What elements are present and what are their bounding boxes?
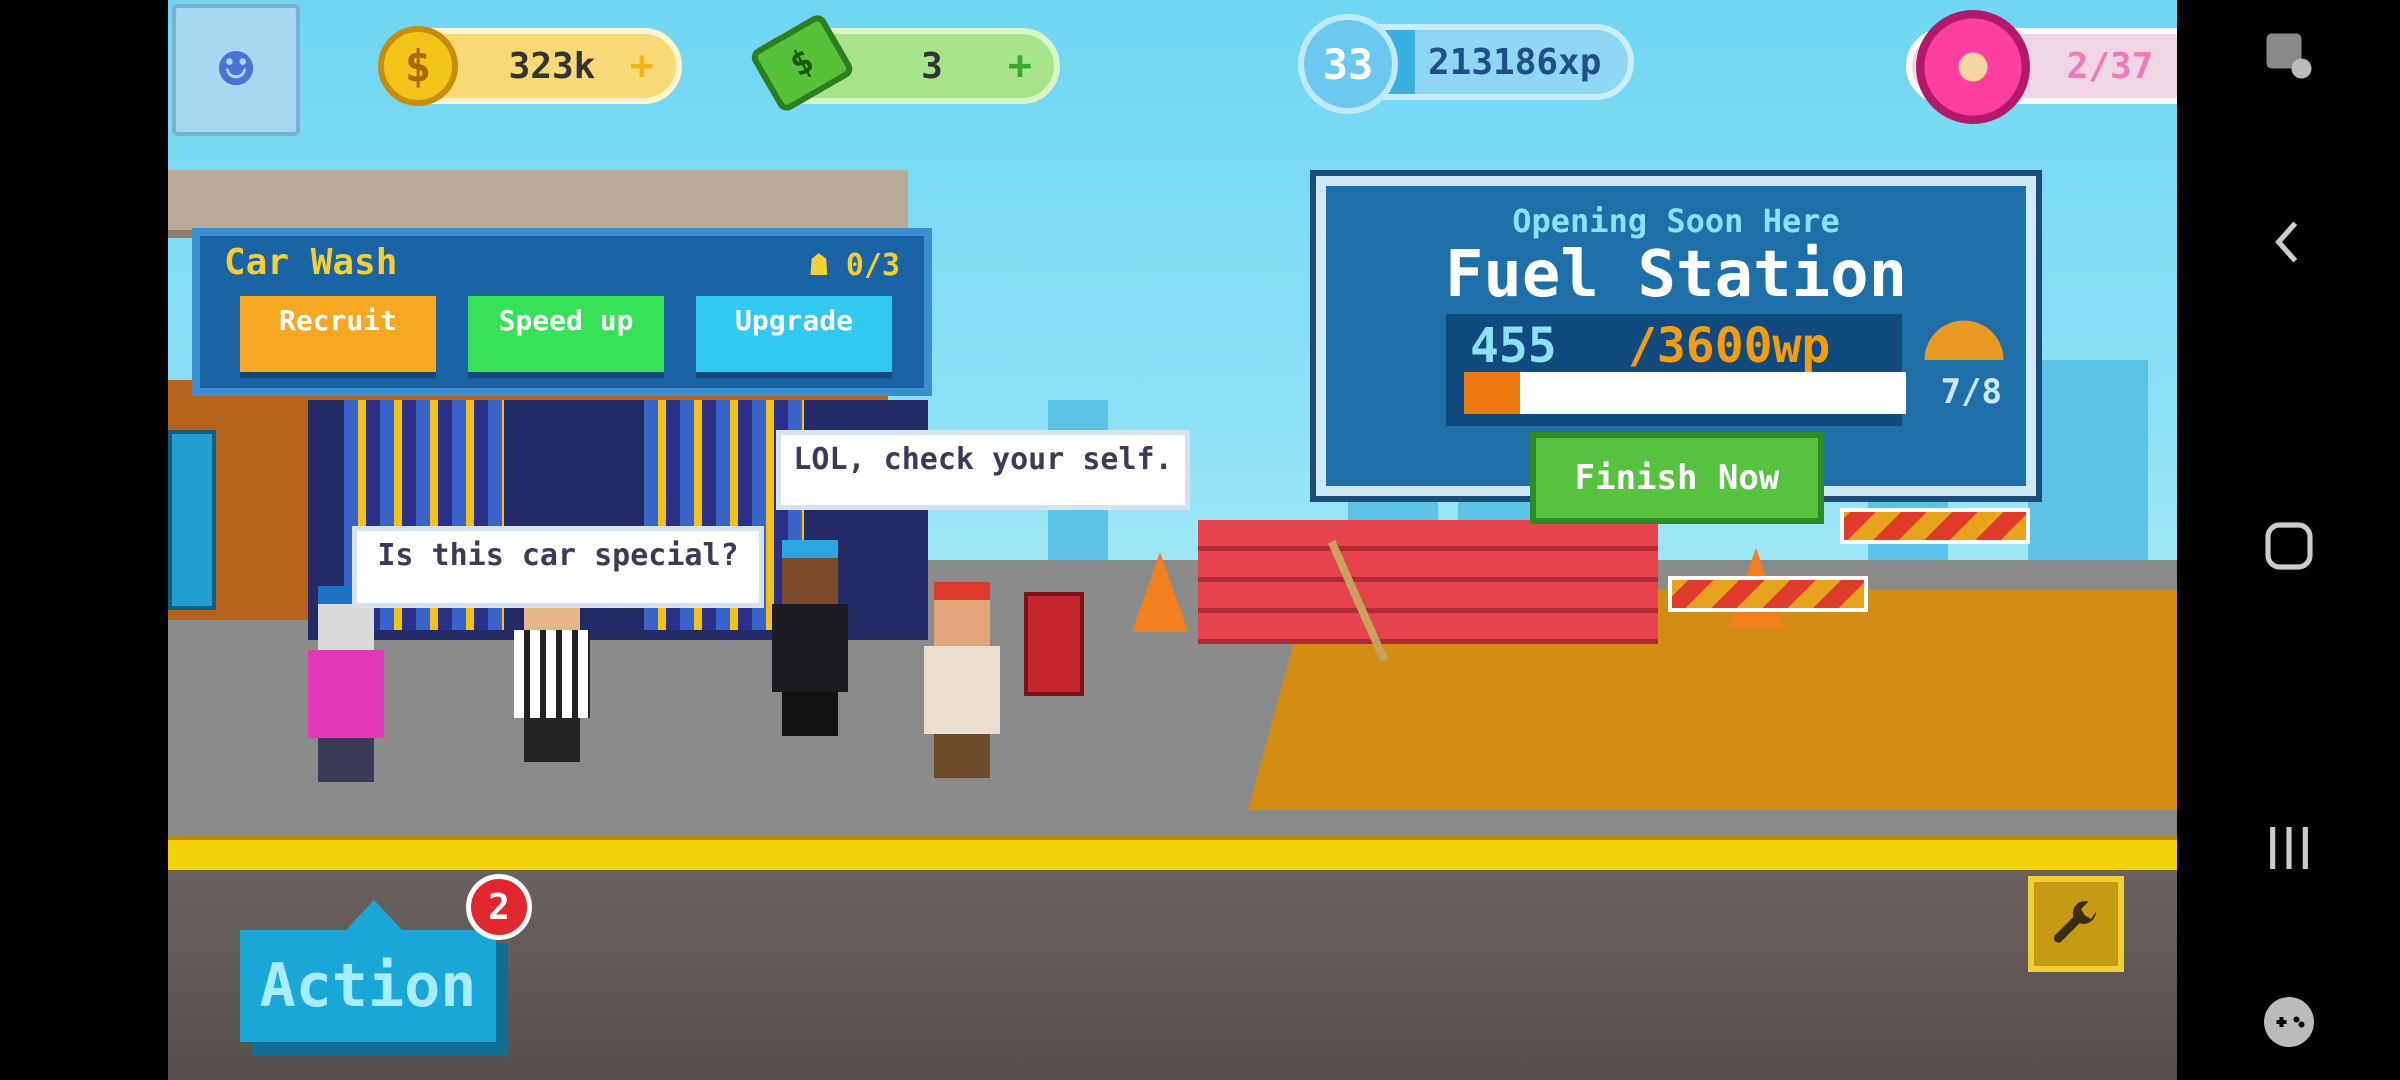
gamepad-icon bbox=[2264, 997, 2314, 1047]
character-legs bbox=[524, 718, 580, 762]
player-avatar[interactable]: ☻ bbox=[172, 4, 300, 136]
recents-button[interactable] bbox=[2247, 806, 2331, 890]
upgrade-button[interactable]: Upgrade bbox=[696, 296, 892, 372]
brick-stack bbox=[1198, 520, 1658, 644]
wrench-icon bbox=[2053, 901, 2096, 943]
road-barrier bbox=[1840, 508, 2030, 544]
speed-up-button[interactable]: Speed up bbox=[468, 296, 664, 372]
work-points-panel: 455 /3600wp bbox=[1446, 314, 1906, 426]
hard-hat-icon bbox=[1922, 310, 2006, 360]
game-tools-button[interactable] bbox=[2247, 980, 2331, 1064]
cash-value: 3 bbox=[921, 45, 943, 87]
car-wash-staff-count: ☗ 0/3 bbox=[810, 248, 900, 283]
character-legs bbox=[782, 692, 838, 736]
recents-icon bbox=[2270, 827, 2308, 869]
road-barrier bbox=[1668, 576, 1868, 612]
coins-value: 323k bbox=[508, 45, 596, 87]
work-points-goal: /3600wp bbox=[1628, 318, 1831, 374]
donut-icon bbox=[1916, 10, 2030, 124]
staff-count-text: 0/3 bbox=[845, 248, 900, 283]
character-body bbox=[924, 646, 1000, 734]
worker-icon: ☗ bbox=[809, 248, 828, 283]
character-worker-bandana[interactable] bbox=[912, 582, 1012, 782]
speech-text: LOL, check your self. bbox=[793, 442, 1173, 477]
work-points-current: 455 bbox=[1470, 318, 1557, 374]
home-button[interactable] bbox=[2247, 504, 2331, 588]
donuts-value: 2/37 bbox=[2066, 45, 2154, 87]
character-body bbox=[772, 604, 848, 692]
add-cash-icon[interactable]: + bbox=[1008, 43, 1032, 89]
character-legs bbox=[318, 738, 374, 782]
xp-value: 213186xp bbox=[1428, 41, 1602, 83]
worker-count: 7/8 bbox=[1940, 372, 2002, 412]
character-body bbox=[308, 650, 384, 738]
road-curb bbox=[168, 836, 2177, 874]
character-head bbox=[934, 582, 990, 646]
system-navigation-bar bbox=[2177, 0, 2400, 1080]
mailbox bbox=[1024, 592, 1084, 696]
home-icon bbox=[2265, 522, 2313, 570]
build-tools-button[interactable] bbox=[2028, 876, 2124, 972]
avatar-icon: ☻ bbox=[217, 35, 255, 105]
finish-now-button[interactable]: Finish Now bbox=[1530, 432, 1824, 524]
speech-text: Is this car special? bbox=[377, 538, 739, 573]
car-wash-title: Car Wash bbox=[224, 242, 398, 283]
back-button[interactable] bbox=[2247, 200, 2331, 284]
recruit-button[interactable]: Recruit bbox=[240, 296, 436, 372]
speech-bubble-left: Is this car special? bbox=[352, 526, 764, 608]
speech-bubble-right: LOL, check your self. bbox=[776, 430, 1190, 510]
back-icon bbox=[2275, 221, 2298, 263]
fuel-station-subtitle: Opening Soon Here bbox=[1512, 202, 1840, 240]
work-points-progress-bar bbox=[1464, 372, 1906, 414]
notification-badge: 2 bbox=[466, 874, 532, 940]
character-body bbox=[514, 630, 590, 718]
car-wash-panel[interactable]: Car Wash ☗ 0/3 Recruit Speed up Upgrade bbox=[192, 228, 932, 396]
city-skyline bbox=[2028, 360, 2148, 580]
character-worker-suit[interactable] bbox=[760, 540, 860, 740]
game-viewport[interactable]: Is this car special? LOL, check your sel… bbox=[168, 0, 2177, 1080]
work-points-progress-fill bbox=[1464, 372, 1520, 414]
fuel-station-title: Fuel Station bbox=[1444, 238, 1908, 312]
coin-icon: $ bbox=[378, 26, 458, 106]
action-button[interactable]: Action bbox=[240, 930, 496, 1042]
level-star-icon: 33 bbox=[1298, 14, 1398, 114]
action-arrow-up-icon bbox=[346, 900, 402, 930]
level-value: 33 bbox=[1322, 39, 1374, 89]
traffic-cone bbox=[1132, 552, 1188, 632]
add-coins-icon[interactable]: + bbox=[630, 43, 654, 89]
character-legs bbox=[934, 734, 990, 778]
touch-lock-icon bbox=[2266, 33, 2312, 79]
character-visitor-pink[interactable] bbox=[296, 586, 396, 786]
character-head bbox=[782, 540, 838, 604]
car-wash-machine bbox=[168, 430, 216, 610]
screen-touch-button[interactable] bbox=[2247, 14, 2331, 98]
